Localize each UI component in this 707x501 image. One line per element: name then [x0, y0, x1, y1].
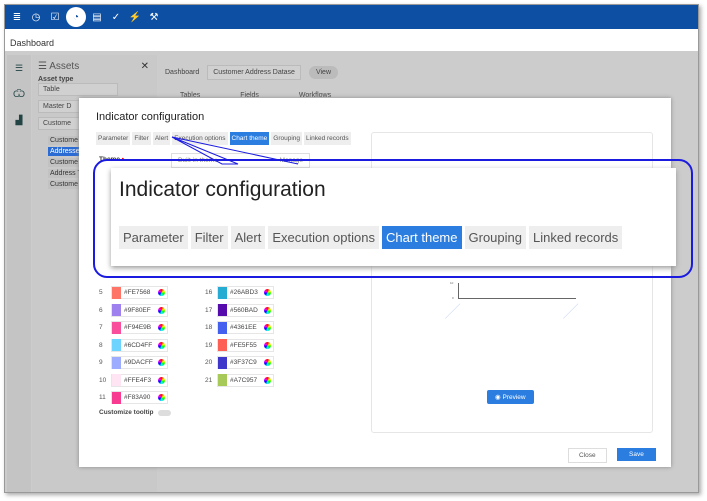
callout-tab-execution-options[interactable]: Execution options [268, 226, 379, 249]
zoom-callout-content: Indicator configuration Parameter Filter… [111, 168, 676, 266]
callout-title: Indicator configuration [119, 178, 326, 201]
callout-tab-chart-theme[interactable]: Chart theme [381, 226, 462, 249]
callout-tab-alert[interactable]: Alert [230, 226, 266, 249]
callout-tab-filter[interactable]: Filter [190, 226, 228, 249]
callout-tab-grouping[interactable]: Grouping [464, 226, 526, 249]
callout-tab-linked-records[interactable]: Linked records [528, 226, 623, 249]
callout-tab-parameter[interactable]: Parameter [119, 226, 188, 249]
